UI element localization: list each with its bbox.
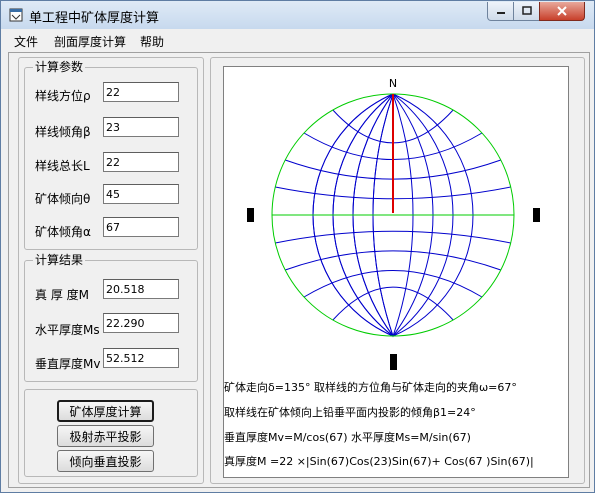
main-window: 单工程中矿体厚度计算 文件 剖面厚度计算 帮助 计算参数 样线方位ρ 样线倾角β… (0, 0, 595, 493)
param-input-length[interactable] (103, 152, 179, 172)
small-circle (285, 250, 501, 271)
left-panel: 计算参数 样线方位ρ 样线倾角β 样线总长L 矿体倾向θ 矿体倾角α 计算结果 … (18, 57, 204, 484)
info-line-thickness-formulas: 垂直厚度Mv=M/cos(67) 水平厚度Ms=M/sin(67) (224, 431, 471, 444)
param-input-dip-angle[interactable] (103, 217, 179, 237)
minimize-icon (496, 12, 505, 14)
info-line-true-thickness: 真厚度M =22 ×|Sin(67)Cos(23)Sin(67)+ Cos(67… (224, 455, 534, 468)
result-label-vertical-thickness: 垂直厚度Mv (35, 357, 101, 371)
info-line-projected-plunge: 取样线在矿体倾向上铅垂平面内投影的倾角β1=24° (224, 406, 476, 419)
app-icon (9, 8, 23, 22)
param-label-dip-direction: 矿体倾向θ (35, 192, 91, 206)
param-label-dip-angle: 矿体倾角α (35, 225, 91, 239)
param-label-plunge: 样线倾角β (35, 125, 91, 139)
window-title: 单工程中矿体厚度计算 (29, 11, 160, 26)
maximize-icon (521, 6, 532, 15)
small-circle (332, 286, 454, 321)
param-input-dip-direction[interactable] (103, 184, 179, 204)
menu-bar: 文件 剖面厚度计算 帮助 (1, 30, 594, 50)
north-label: N (389, 77, 397, 90)
menu-section-thickness[interactable]: 剖面厚度计算 (54, 33, 126, 50)
results-group: 计算结果 真 厚 度M 水平厚度Ms 垂直厚度Mv (24, 253, 198, 382)
buttons-group: 矿体厚度计算 极射赤平投影 倾向垂直投影 (24, 389, 198, 477)
result-label-true-thickness: 真 厚 度M (35, 288, 89, 302)
south-tick (390, 354, 397, 370)
result-label-horizontal-thickness: 水平厚度Ms (35, 323, 100, 337)
result-output-horizontal-thickness[interactable] (103, 313, 179, 333)
west-tick (247, 208, 254, 222)
close-icon (557, 6, 567, 16)
small-circle (275, 230, 511, 244)
east-tick (533, 208, 540, 222)
menu-help[interactable]: 帮助 (140, 33, 164, 50)
title-bar[interactable]: 单工程中矿体厚度计算 (1, 1, 594, 29)
dip-vertical-projection-button[interactable]: 倾向垂直投影 (57, 450, 154, 472)
param-input-plunge[interactable] (103, 117, 179, 137)
param-label-length: 样线总长L (35, 159, 90, 173)
info-line-strike: 矿体走向δ=135° 取样线的方位角与矿体走向的夹角ω=67° (224, 381, 517, 394)
result-output-vertical-thickness[interactable] (103, 348, 179, 368)
params-group: 计算参数 样线方位ρ 样线倾角β 样线总长L 矿体倾向θ 矿体倾角α (24, 60, 198, 250)
stereographic-projection-button[interactable]: 极射赤平投影 (57, 425, 154, 447)
result-output-true-thickness[interactable] (103, 279, 179, 299)
results-group-title: 计算结果 (33, 253, 86, 267)
param-input-bearing[interactable] (103, 82, 179, 102)
small-circle (303, 270, 483, 298)
menu-file[interactable]: 文件 (14, 33, 38, 50)
calc-thickness-button[interactable]: 矿体厚度计算 (57, 400, 154, 422)
maximize-button[interactable] (513, 2, 540, 21)
minimize-button[interactable] (487, 2, 514, 21)
params-group-title: 计算参数 (33, 60, 86, 74)
param-label-bearing: 样线方位ρ (35, 89, 91, 103)
close-button[interactable] (539, 2, 585, 21)
